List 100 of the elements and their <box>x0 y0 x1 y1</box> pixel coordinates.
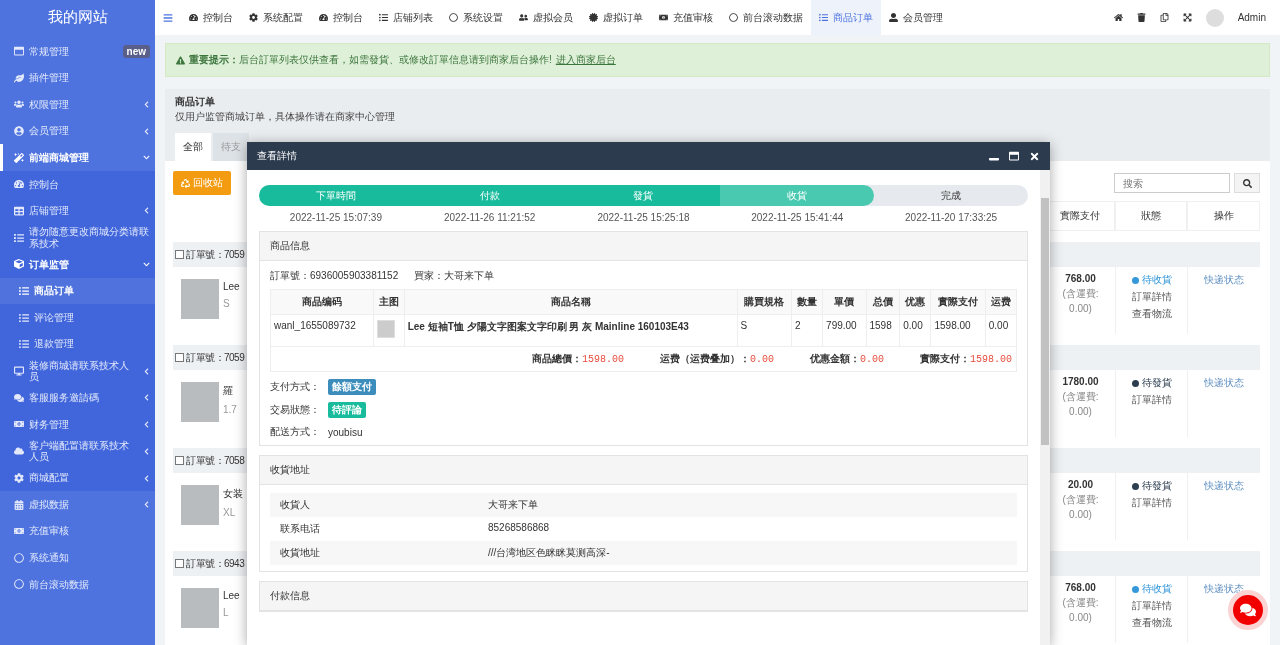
checkbox[interactable] <box>175 353 184 362</box>
sidebar-item[interactable]: 客户端配置请联系技术人员 <box>0 437 155 465</box>
nav-tab[interactable]: 会员管理 <box>881 0 951 35</box>
sidebar-item[interactable]: 虚拟数据 <box>0 491 155 518</box>
progress-step: 發貨 <box>566 185 721 206</box>
nav-tab[interactable]: 虚拟订单 <box>581 0 651 35</box>
summary-item: 商品總價：1598.00 <box>531 352 624 366</box>
nav-tab[interactable]: 虚拟会员 <box>511 0 581 35</box>
nav-tab[interactable]: 前台滚动数据 <box>721 0 811 35</box>
buyer-name: 買家：大哥来下单 <box>414 269 495 283</box>
shipping-note: (含運費: 0.00) <box>1061 390 1100 419</box>
nav-tab[interactable]: 控制台 <box>181 0 241 35</box>
sidebar-item[interactable]: 客服服务邀請碼 <box>0 384 155 412</box>
status-text: 待收貨 <box>1141 273 1172 287</box>
sidebar-item[interactable]: 插件管理 <box>0 64 155 92</box>
order-number: 訂單號：7059 <box>186 247 245 262</box>
user-name[interactable]: Admin <box>1237 12 1266 23</box>
nav-tab[interactable]: 商品订单 <box>811 0 881 35</box>
status-text: 待發貨 <box>1141 376 1172 390</box>
monitor-icon <box>14 366 24 377</box>
progress-step: 完成 <box>874 185 1028 206</box>
order-link[interactable]: 訂單詳情 <box>1131 393 1172 407</box>
checkbox[interactable] <box>175 456 184 465</box>
order-link[interactable]: 訂單詳情 <box>1131 290 1172 304</box>
nav-tab[interactable]: 控制台 <box>311 0 371 35</box>
summary-item: 优惠金額：0.00 <box>809 352 884 366</box>
step-time: 2022-11-26 11:21:52 <box>443 212 537 223</box>
sidebar-item[interactable]: 权限管理 <box>0 91 155 118</box>
column-header: 數量 <box>791 289 823 315</box>
nav-tab[interactable]: 系统配置 <box>241 0 311 35</box>
notice-text: 重要提示：后台訂單列表仅供查看，如需發貨、或修改訂單信息请到商家后台操作! <box>189 53 552 67</box>
nav-tab[interactable]: 店铺列表 <box>371 0 441 35</box>
sidebar-item[interactable]: 充值审核 <box>0 517 155 545</box>
column-header: 优惠 <box>899 289 931 315</box>
status-text: 待收貨 <box>1141 582 1172 596</box>
order-total: 20.00 <box>1068 479 1093 490</box>
chevron-left-icon <box>143 207 150 215</box>
chevron-left-icon <box>143 367 150 375</box>
order-link[interactable]: 訂單詳情 <box>1131 496 1172 510</box>
sidebar-item[interactable]: 评论管理 <box>0 304 155 331</box>
home-icon[interactable] <box>1113 13 1123 22</box>
sidebar-item[interactable]: 店铺管理 <box>0 197 155 225</box>
maximize-button[interactable] <box>1009 151 1019 161</box>
money-icon <box>14 526 24 537</box>
trash-icon[interactable] <box>1136 13 1146 22</box>
order-total: 1780.00 <box>1062 376 1099 387</box>
close-button[interactable] <box>1029 150 1040 162</box>
sidebar-item[interactable]: 装修商城请联系技术人员 <box>0 357 155 385</box>
order-link[interactable]: 查看物流 <box>1131 307 1172 321</box>
product-name: 女装 <box>223 487 243 501</box>
expand-icon[interactable] <box>1182 13 1192 22</box>
checkbox[interactable] <box>175 250 184 259</box>
field-value: 85268586868 <box>488 522 550 535</box>
column-header: 总價 <box>866 289 900 315</box>
photo-placeholder <box>181 382 219 422</box>
order-number: 訂單號：7059 <box>186 350 245 365</box>
sidebar-item[interactable]: 商城配置 <box>0 464 155 492</box>
sidebar-item[interactable]: 系统通知 <box>0 544 155 572</box>
chevron-left-icon <box>143 501 150 509</box>
product-name: Lee <box>223 281 240 292</box>
sidebar-item[interactable]: 商品订单 <box>0 277 155 305</box>
nav-tab[interactable]: 充值审核 <box>651 0 721 35</box>
search-field[interactable]: 搜索 <box>1114 173 1230 193</box>
field-label: 交易狀態： <box>270 403 320 417</box>
order-tab[interactable]: 待支 <box>213 133 249 161</box>
order-link[interactable]: 查看物流 <box>1131 616 1172 630</box>
sidebar-item[interactable]: 会员管理 <box>0 117 155 145</box>
copy-icon[interactable] <box>1159 13 1169 22</box>
sidebar-item[interactable]: 退款管理 <box>0 330 155 358</box>
order-tab[interactable]: 全部 <box>175 133 211 161</box>
notice-link[interactable]: 进入商家后台 <box>555 53 616 67</box>
search-button[interactable] <box>1234 173 1260 193</box>
express-status-link[interactable]: 快递状态 <box>1204 479 1244 493</box>
sidebar-item[interactable]: 前台滚动数据 <box>0 571 155 598</box>
sidebar-item[interactable]: 常规管理 new <box>0 38 155 65</box>
product-spec: XL <box>223 507 237 518</box>
window-icon <box>14 46 24 57</box>
scrollbar[interactable] <box>1040 170 1050 645</box>
photo-placeholder <box>181 279 219 319</box>
photo-placeholder <box>181 588 219 628</box>
sidebar-item[interactable]: 控制台 <box>0 170 155 198</box>
order-number: 訂單號：6936005903381152 <box>270 269 399 283</box>
product-spec: 1.7 <box>223 404 237 415</box>
nav-tab[interactable]: 系统设置 <box>441 0 511 35</box>
sidebar-item[interactable]: 请勿随意更改商城分类请联系技术 <box>0 224 155 252</box>
cloud-icon <box>14 446 24 457</box>
list-icon <box>19 312 29 323</box>
money-icon <box>14 419 24 430</box>
column-header: 商品编码 <box>270 289 373 315</box>
sidebar-item[interactable]: 财务管理 <box>0 411 155 438</box>
express-status-link[interactable]: 快递状态 <box>1204 273 1244 287</box>
checkbox[interactable] <box>175 559 184 568</box>
express-status-link[interactable]: 快递状态 <box>1204 376 1244 390</box>
sidebar-item[interactable]: 订单监管 <box>0 251 155 278</box>
order-link[interactable]: 訂單詳情 <box>1131 599 1172 613</box>
panel-header: 收貨地址 <box>260 456 1027 485</box>
chevron-left-icon <box>143 394 150 402</box>
order-total: 768.00 <box>1065 273 1096 284</box>
panel-header: 付款信息 <box>260 582 1027 611</box>
field-label: 支付方式： <box>270 380 320 394</box>
